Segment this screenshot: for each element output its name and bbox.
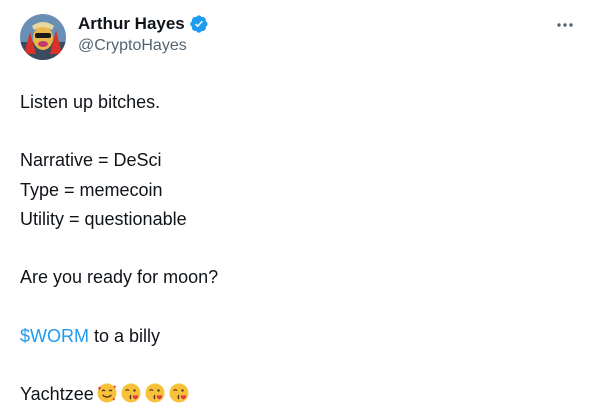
handle[interactable]: @CryptoHayes [78,37,209,55]
tweet-line-cashtag: $WORM to a billy [20,322,574,351]
author-info: Arthur Hayes @CryptoHayes [78,13,209,55]
tweet-text: Listen up bitches. Narrative = DeSci Typ… [20,88,574,408]
name-row: Arthur Hayes [78,13,209,35]
display-name[interactable]: Arthur Hayes [78,14,185,34]
tweet-line: Utility = questionable [20,208,187,229]
tweet-line-text: Yachtzee [20,383,94,404]
tweet-line-emojis: Yachtzee [20,380,574,408]
more-options-icon[interactable] [554,14,576,36]
tweet-line: Type = memecoin [20,179,163,200]
tweet-card: Arthur Hayes @CryptoHayes Listen up bitc… [0,0,594,408]
tweet-line-rest: to a billy [89,325,161,346]
tweet-line: Listen up bitches. [20,92,161,112]
tweet-line: Narrative = DeSci [20,150,162,171]
cashtag-link[interactable]: $WORM [20,326,89,346]
avatar[interactable] [20,14,66,60]
tweet-header: Arthur Hayes @CryptoHayes [20,12,574,64]
face-blowing-a-kiss-icon [120,382,142,404]
verified-badge-icon[interactable] [189,14,209,34]
face-blowing-a-kiss-icon [144,382,166,404]
smiling-face-with-hearts-icon [96,382,118,404]
tweet-line: Are you ready for moon? [20,267,219,288]
face-blowing-a-kiss-icon [168,382,190,404]
